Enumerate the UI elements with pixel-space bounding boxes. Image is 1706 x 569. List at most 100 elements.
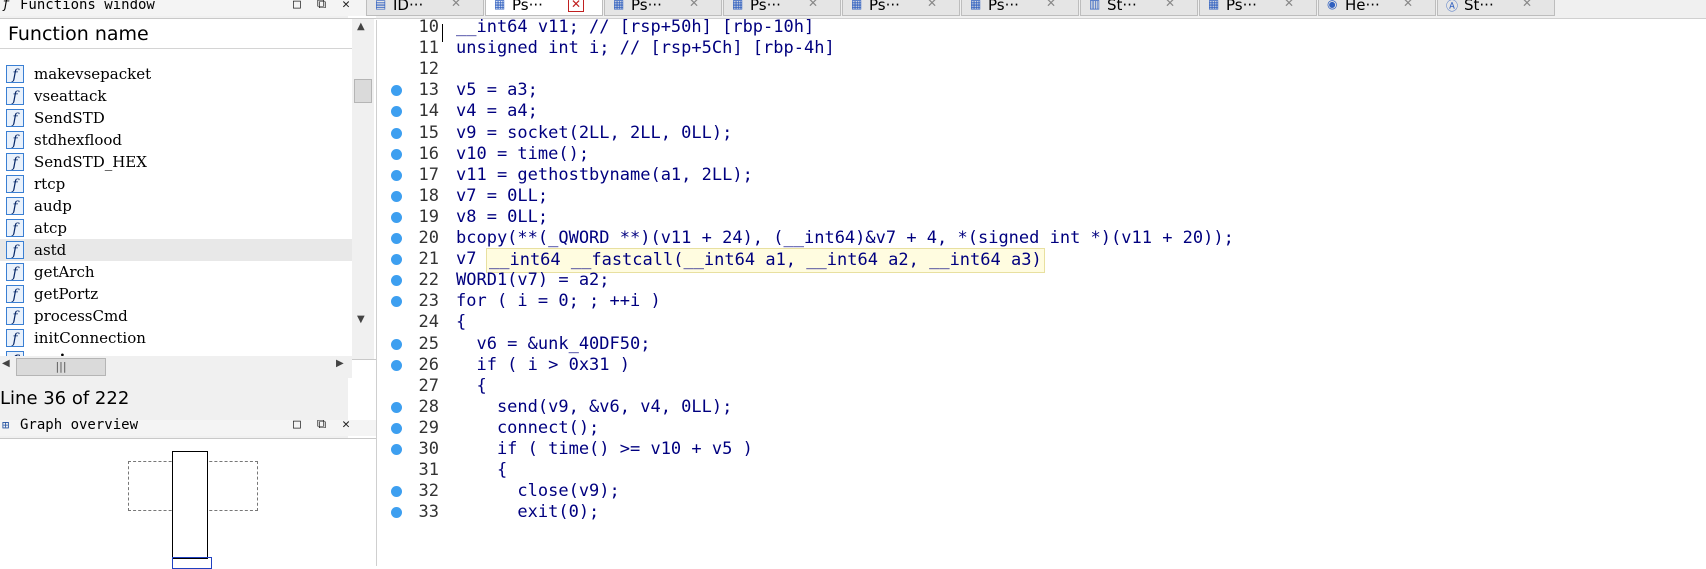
code-line[interactable]: 31 { <box>377 459 1706 482</box>
breakpoint-dot-icon[interactable] <box>391 85 402 97</box>
tab-close-icon[interactable]: ✕ <box>568 0 584 12</box>
code-line[interactable]: 14 v4 = a4; <box>377 100 1706 123</box>
scroll-left-icon[interactable]: ◀ <box>2 358 10 369</box>
code-line[interactable]: 30 if ( time() >= v10 + v5 ) <box>377 438 1706 461</box>
breakpoint-dot-icon[interactable] <box>391 275 402 287</box>
code-line[interactable]: 12 <box>377 58 1706 81</box>
function-item-vseattack[interactable]: f vseattack <box>0 85 352 107</box>
function-item-rtcp[interactable]: f rtcp <box>0 173 352 195</box>
tab-9[interactable]: Ⓐ St··· ✕ <box>1437 0 1555 16</box>
maximize-icon[interactable]: □ <box>293 417 317 432</box>
code-line[interactable]: 28 send(v9, &v6, v4, 0LL); <box>377 396 1706 419</box>
tab-7[interactable]: ▦ Ps··· ✕ <box>1199 0 1317 16</box>
code-text[interactable]: { <box>456 311 466 334</box>
function-item-getArch[interactable]: f getArch <box>0 261 352 283</box>
function-item-atcp[interactable]: f atcp <box>0 217 352 239</box>
code-text[interactable]: connect(); <box>456 417 599 440</box>
float-icon[interactable]: ⧉ <box>317 417 342 432</box>
vertical-scroll-thumb[interactable] <box>354 79 372 103</box>
functions-horizontal-scrollbar[interactable]: ◀ ||| ▶ <box>0 356 352 378</box>
code-text[interactable]: if ( i > 0x31 ) <box>456 354 630 377</box>
breakpoint-dot-icon[interactable] <box>391 486 402 498</box>
code-text[interactable]: v11 = gethostbyname(a1, 2LL); <box>456 164 753 187</box>
code-text[interactable]: send(v9, &v6, v4, 0LL); <box>456 396 732 419</box>
tab-6[interactable]: ▥ St··· ✕ <box>1080 0 1198 16</box>
code-text[interactable]: WORD1(v7) = a2; <box>456 269 610 292</box>
functions-window-header[interactable]: ƒ Functions window □⧉✕ <box>0 0 376 16</box>
tab-4[interactable]: ▦ Ps··· ✕ <box>842 0 960 16</box>
breakpoint-dot-icon[interactable] <box>391 127 402 139</box>
code-line[interactable]: 13 v5 = a3; <box>377 79 1706 102</box>
float-icon[interactable]: ⧉ <box>317 0 342 12</box>
tab-0[interactable]: ▤ ID··· ✕ <box>366 0 484 16</box>
breakpoint-dot-icon[interactable] <box>391 254 402 266</box>
tab-close-icon[interactable]: ✕ <box>449 0 463 10</box>
tab-close-icon[interactable]: ✕ <box>687 0 701 10</box>
code-text[interactable]: v6 = &unk_40DF50; <box>456 333 650 356</box>
code-line[interactable]: 16 v10 = time(); <box>377 143 1706 166</box>
tab-close-icon[interactable]: ✕ <box>1282 0 1296 10</box>
code-text[interactable]: for ( i = 0; ; ++i ) <box>456 290 661 313</box>
graph-overview-buttons[interactable]: □⧉✕ <box>293 417 366 432</box>
scroll-right-icon[interactable]: ▶ <box>336 358 344 369</box>
code-line[interactable]: 11 unsigned int i; // [rsp+5Ch] [rbp-4h] <box>377 37 1706 60</box>
functions-vertical-scrollbar[interactable]: ▲ ▼ <box>352 19 374 359</box>
code-text[interactable]: close(v9); <box>456 480 619 503</box>
tab-2[interactable]: ▦ Ps··· ✕ <box>604 0 722 16</box>
code-line[interactable]: 29 connect(); <box>377 417 1706 440</box>
tab-1[interactable]: ▦ Ps··· ✕ <box>485 0 603 16</box>
tab-close-icon[interactable]: ✕ <box>1044 0 1058 10</box>
function-item-processCmd[interactable]: f processCmd <box>0 305 352 327</box>
function-item-astd[interactable]: f astd <box>0 239 352 261</box>
breakpoint-dot-icon[interactable] <box>391 401 402 413</box>
code-line[interactable]: 19 v8 = 0LL; <box>377 206 1706 229</box>
code-text[interactable]: v5 = a3; <box>456 79 538 102</box>
code-line[interactable]: 17 v11 = gethostbyname(a1, 2LL); <box>377 164 1706 187</box>
code-line[interactable]: 18 v7 = 0LL; <box>377 185 1706 208</box>
tab-3[interactable]: ▦ Ps··· ✕ <box>723 0 841 16</box>
code-line[interactable]: 25 v6 = &unk_40DF50; <box>377 333 1706 356</box>
code-text[interactable]: v9 = socket(2LL, 2LL, 0LL); <box>456 122 732 145</box>
code-line[interactable]: 27 { <box>377 375 1706 398</box>
tab-close-icon[interactable]: ✕ <box>806 0 820 10</box>
code-text[interactable]: v8 = 0LL; <box>456 206 548 229</box>
function-item-getPortz[interactable]: f getPortz <box>0 283 352 305</box>
code-text[interactable]: __int64 v11; // [rsp+50h] [rbp-10h] <box>456 16 814 39</box>
tab-close-icon[interactable]: ✕ <box>1520 0 1534 10</box>
breakpoint-dot-icon[interactable] <box>391 190 402 202</box>
functions-window-buttons[interactable]: □⧉✕ <box>293 0 366 12</box>
code-text[interactable]: v4 = a4; <box>456 100 538 123</box>
breakpoint-dot-icon[interactable] <box>391 338 402 350</box>
breakpoint-dot-icon[interactable] <box>391 169 402 181</box>
breakpoint-dot-icon[interactable] <box>391 359 402 371</box>
close-icon[interactable]: ✕ <box>342 417 366 432</box>
code-line[interactable]: 26 if ( i > 0x31 ) <box>377 354 1706 377</box>
tab-8[interactable]: ◉ He··· ✕ <box>1318 0 1436 16</box>
breakpoint-dot-icon[interactable] <box>391 507 402 519</box>
graph-overview-canvas[interactable] <box>0 438 376 569</box>
breakpoint-dot-icon[interactable] <box>391 106 402 118</box>
code-line[interactable]: 22 WORD1(v7) = a2; <box>377 269 1706 292</box>
breakpoint-dot-icon[interactable] <box>391 444 402 455</box>
code-text[interactable]: v7 = 0LL; <box>456 185 548 208</box>
function-item-SendSTD[interactable]: f SendSTD <box>0 107 352 129</box>
function-name-column-header[interactable]: Function name <box>0 19 352 49</box>
breakpoint-dot-icon[interactable] <box>391 148 402 160</box>
function-item-makevsepacket[interactable]: f makevsepacket <box>0 63 352 85</box>
horizontal-scroll-thumb[interactable]: ||| <box>16 358 106 376</box>
code-text[interactable]: v10 = time(); <box>456 143 589 166</box>
function-item-initConnection[interactable]: f initConnection <box>0 327 352 349</box>
code-line[interactable]: 20 bcopy(**(_QWORD **)(v11 + 24), (__int6… <box>377 227 1706 250</box>
code-line[interactable]: 15 v9 = socket(2LL, 2LL, 0LL); <box>377 122 1706 145</box>
breakpoint-dot-icon[interactable] <box>391 211 402 223</box>
code-line[interactable]: 32 close(v9); <box>377 480 1706 503</box>
function-item-SendSTD_HEX[interactable]: f SendSTD_HEX <box>0 151 352 173</box>
tab-close-icon[interactable]: ✕ <box>1163 0 1177 10</box>
code-line[interactable]: 21 v7 __int64 __fastcall(__int64 a1, __int… <box>377 248 1706 274</box>
code-text[interactable]: if ( time() >= v10 + v5 ) <box>456 438 753 461</box>
pseudocode-view[interactable]: 10 __int64 v11; // [rsp+50h] [rbp-10h] 11 u… <box>376 17 1706 566</box>
tab-close-icon[interactable]: ✕ <box>1401 0 1415 10</box>
scroll-down-icon[interactable]: ▼ <box>357 314 365 325</box>
function-item-stdhexflood[interactable]: f stdhexflood <box>0 129 352 151</box>
code-text[interactable]: { <box>456 375 486 398</box>
